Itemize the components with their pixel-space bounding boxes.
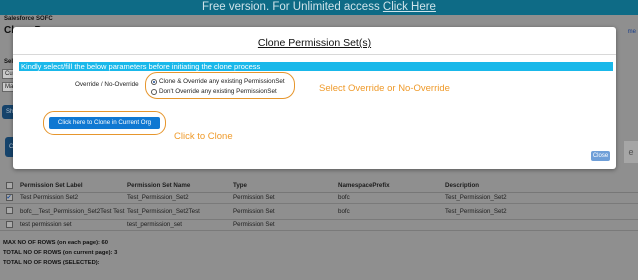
table-header-row: Permission Set Label Permission Set Name… [0, 180, 638, 193]
col-type[interactable]: Type [231, 180, 336, 193]
promo-link[interactable]: Click Here [383, 1, 436, 13]
modal-title: Clone Permission Set(s) [257, 37, 372, 49]
cell-namespace: bofc [336, 192, 443, 204]
cell-label: test permission set [18, 219, 125, 231]
clone-permission-modal: Clone Permission Set(s) Kindly select/fi… [13, 27, 616, 169]
cell-description: Test_Permission_Set2 [443, 203, 638, 220]
col-namespace[interactable]: NamespacePrefix [336, 180, 443, 193]
table-row[interactable]: bofc__Test_Permission_Set2Test Test Test… [0, 203, 638, 220]
no-override-radio[interactable] [151, 88, 157, 95]
select-all-checkbox[interactable] [5, 182, 13, 190]
close-button[interactable]: Close [591, 151, 610, 161]
no-override-option-label[interactable]: Don't Override any existing PermissionSe… [159, 88, 277, 95]
row-checkbox[interactable]: ✔ [5, 193, 13, 201]
override-option-label[interactable]: Clone & Override any existing Permission… [159, 78, 285, 85]
col-description[interactable]: Description [443, 180, 638, 193]
cell-name: test_permission_set [125, 219, 231, 231]
total-rows-text: TOTAL NO OF ROWS (on current page): 3 [3, 250, 118, 256]
table-row[interactable]: test permission set test_permission_set … [0, 219, 638, 231]
col-label[interactable]: Permission Set Label [18, 180, 125, 193]
row-checkbox[interactable] [5, 220, 13, 228]
no-override-option[interactable]: Don't Override any existing PermissionSe… [151, 88, 277, 95]
max-rows-text: MAX NO OF ROWS (on each page): 60 [3, 240, 108, 246]
override-option[interactable]: Clone & Override any existing Permission… [151, 78, 285, 85]
header-link[interactable]: me [628, 29, 636, 35]
cell-label: bofc__Test_Permission_Set2Test Test [18, 203, 125, 220]
select-all-cell[interactable] [0, 180, 18, 193]
selected-rows-text: TOTAL NO OF ROWS (SELECTED): [3, 260, 100, 266]
override-annotation: Select Override or No-Override [319, 83, 450, 94]
app-name: Salesforce SOFC [4, 16, 53, 22]
promo-banner: Free version. For Unlimited access Click… [0, 0, 638, 15]
modal-divider [13, 54, 616, 55]
cell-namespace [336, 219, 443, 231]
col-name[interactable]: Permission Set Name [125, 180, 231, 193]
row-select-cell[interactable] [0, 203, 18, 220]
row-checkbox[interactable] [5, 207, 13, 215]
cell-name: Test_Permission_Set2 [125, 192, 231, 204]
cell-type: Permission Set [231, 203, 336, 220]
row-select-cell[interactable]: ✔ [0, 192, 18, 204]
clone-button[interactable]: Click here to Clone in Current Org [49, 117, 160, 129]
cell-name: Test_Permission_Set2Test [125, 203, 231, 220]
cell-description: Test_Permission_Set2 [443, 192, 638, 204]
promo-text: Free version. For Unlimited access [202, 1, 383, 13]
cell-namespace: bofc [336, 203, 443, 220]
cell-label: Test Permission Set2 [18, 192, 125, 204]
side-panel-tab[interactable]: e [624, 141, 638, 163]
cell-type: Permission Set [231, 219, 336, 231]
table-row[interactable]: ✔ Test Permission Set2 Test_Permission_S… [0, 192, 638, 204]
override-label: Override / No-Override [75, 81, 139, 88]
row-select-cell[interactable] [0, 219, 18, 231]
info-bar: Kindly select/fill the below parameters … [19, 62, 613, 71]
permission-set-table: Permission Set Label Permission Set Name… [0, 180, 638, 231]
cell-type: Permission Set [231, 192, 336, 204]
clone-annotation: Click to Clone [174, 131, 233, 142]
override-radio[interactable] [151, 78, 157, 85]
cell-description [443, 219, 638, 231]
